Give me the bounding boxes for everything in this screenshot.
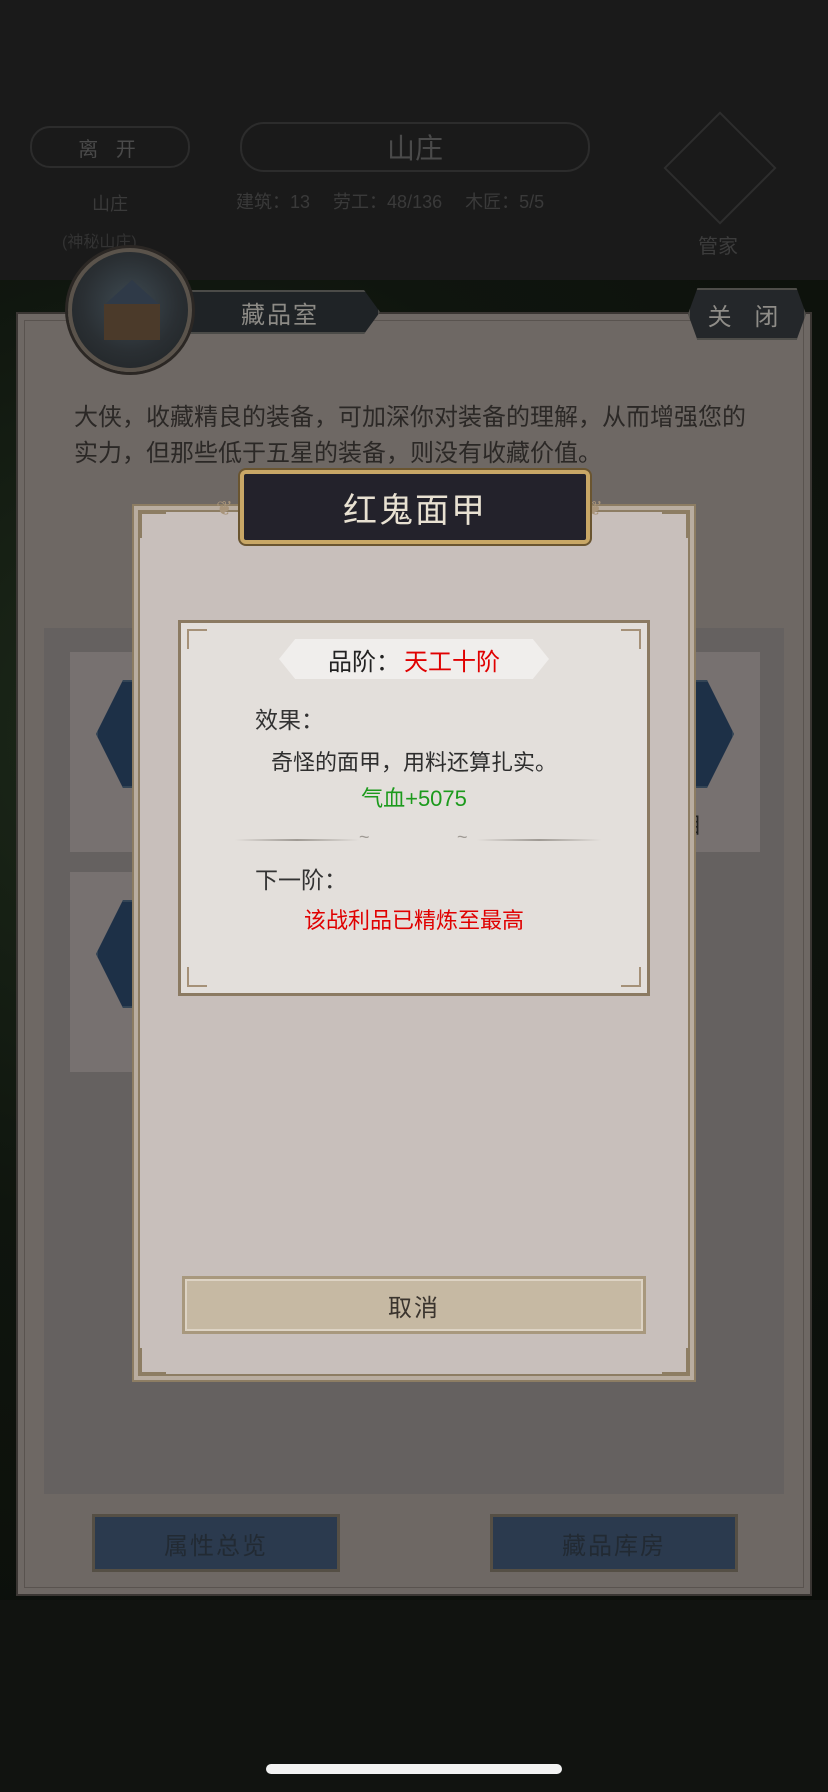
attribute-overview-button[interactable]: 属性总览 xyxy=(92,1514,340,1572)
divider-swirl-icon: ~ xyxy=(457,827,468,847)
close-button[interactable]: 关 闭 xyxy=(688,288,806,340)
corner-ornament xyxy=(621,967,641,987)
cancel-button[interactable]: 取消 xyxy=(182,1276,646,1334)
corner-ornament xyxy=(621,629,641,649)
leave-button[interactable]: 离 开 xyxy=(30,126,190,168)
effect-description: 奇怪的面甲，用料还算扎实。 xyxy=(270,750,557,775)
divider-left xyxy=(235,839,359,841)
divider-swirl-icon: ~ xyxy=(359,827,370,847)
manor-title: 山庄 xyxy=(240,122,590,172)
grade-value: 天工十阶 xyxy=(404,648,500,676)
home-indicator[interactable] xyxy=(266,1764,562,1774)
next-grade-label: 下一阶： xyxy=(255,867,347,893)
stat-buildings: 建筑：13 xyxy=(236,192,311,212)
grade-badge: 品阶： 天工十阶 xyxy=(279,639,549,679)
manor-name: 山庄 xyxy=(92,194,128,214)
divider-right xyxy=(477,839,601,841)
corner-ornament xyxy=(662,1348,688,1374)
collection-storage-button[interactable]: 藏品库房 xyxy=(490,1514,738,1572)
room-description: 大侠，收藏精良的装备，可加深你对装备的理解，从而增强您的实力，但那些低于五星的装… xyxy=(74,404,746,467)
title-ornament-right-icon: ❦ xyxy=(586,498,603,520)
corner-ornament xyxy=(140,512,166,538)
effect-stat: 气血+5075 xyxy=(361,786,467,811)
item-info-card: 品阶： 天工十阶 效果： 奇怪的面甲，用料还算扎实。 气血+5075 ~ ~ 下… xyxy=(178,620,650,996)
manager-label: 管家 xyxy=(698,236,738,258)
corner-ornament xyxy=(187,967,207,987)
manor-stats: 建筑：13 劳工：48/136 木匠：5/5 xyxy=(236,188,596,214)
building-avatar xyxy=(68,248,192,372)
roof-shape xyxy=(103,280,161,306)
corner-ornament xyxy=(187,629,207,649)
corner-ornament xyxy=(140,1348,166,1374)
corner-ornament xyxy=(662,512,688,538)
stat-laborers: 劳工：48/136 xyxy=(333,192,443,212)
collection-room-tab: 藏品室 xyxy=(180,290,380,334)
stat-carpenters: 木匠：5/5 xyxy=(465,192,545,212)
next-grade-description: 该战利品已精炼至最高 xyxy=(303,908,524,933)
hall-shape xyxy=(104,304,160,340)
grade-label: 品阶： xyxy=(328,648,400,676)
item-title: 红鬼面甲 xyxy=(240,470,590,544)
effect-label: 效果： xyxy=(255,707,324,733)
